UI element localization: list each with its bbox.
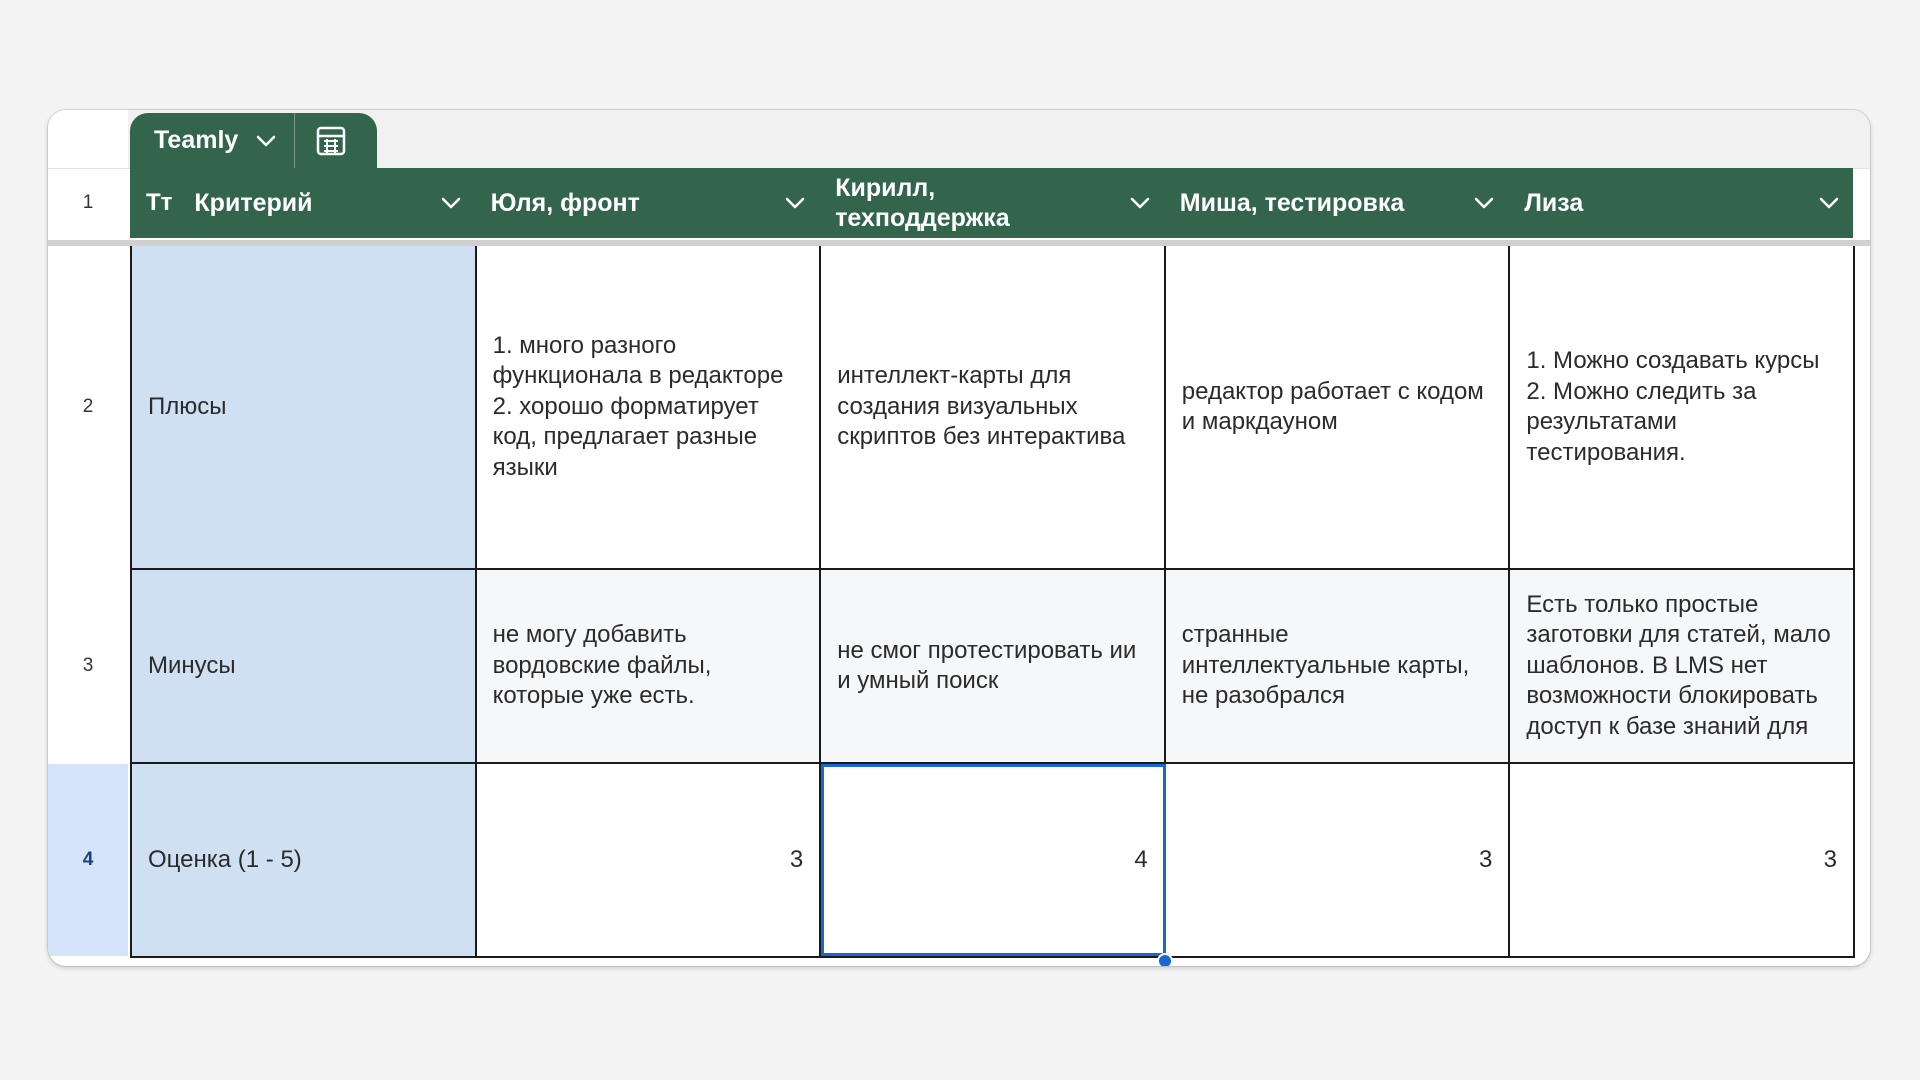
table-cell[interactable]: Есть только простые заготовки для статей… <box>1510 570 1855 762</box>
score-cell[interactable]: 3 <box>1510 764 1855 956</box>
table-cell[interactable]: интеллект-карты для создания визуальных … <box>821 246 1166 568</box>
column-header-label: Критерий <box>194 189 313 217</box>
header-row: Тт Критерий Юля, фронт Кирилл, техподдер… <box>130 168 1853 238</box>
text-type-icon: Тт <box>146 189 173 216</box>
row-number-4[interactable]: 4 <box>48 764 128 956</box>
chevron-down-icon[interactable] <box>1130 197 1150 209</box>
criterion-cell[interactable]: Плюсы <box>132 246 477 568</box>
column-header-misha[interactable]: Миша, тестировка <box>1164 168 1509 238</box>
table-cell[interactable]: не смог протестировать ии и умный поиск <box>821 570 1166 762</box>
row-number-2[interactable]: 2 <box>48 246 128 568</box>
score-cell-selected[interactable]: 4 <box>821 764 1166 956</box>
column-header-criterion[interactable]: Тт Критерий <box>130 168 475 238</box>
column-header-label: Юля, фронт <box>490 189 640 217</box>
chevron-down-icon[interactable] <box>1819 197 1839 209</box>
table-cell[interactable]: странные интеллектуальные карты, не разо… <box>1165 570 1511 762</box>
table-cell[interactable]: редактор работает с кодом и маркдауном <box>1166 246 1511 568</box>
select-all-corner[interactable] <box>48 110 128 168</box>
selection-fill-handle[interactable] <box>1157 953 1173 966</box>
table-cell[interactable]: 1. Можно создавать курсы 2. Можно следит… <box>1510 246 1855 568</box>
criterion-cell[interactable]: Минусы <box>132 570 477 762</box>
column-header-label: Миша, тестировка <box>1179 189 1405 217</box>
column-header-yulya[interactable]: Юля, фронт <box>475 168 820 238</box>
table-tab-strip: Teamly <box>48 110 1870 169</box>
table-tab-name: Teamly <box>154 126 239 154</box>
tab-divider <box>294 113 296 168</box>
table-row: Минусы не могу добавить вордовские файлы… <box>132 570 1855 764</box>
table-body: Плюсы 1. много разного функционала в ред… <box>130 246 1855 958</box>
score-cell[interactable]: 3 <box>477 764 822 956</box>
row-number-1[interactable]: 1 <box>48 168 128 238</box>
criterion-cell[interactable]: Оценка (1 - 5) <box>132 764 477 956</box>
chevron-down-icon[interactable] <box>785 197 805 209</box>
column-header-label: Лиза <box>1524 189 1584 217</box>
column-header-liza[interactable]: Лиза <box>1508 168 1853 238</box>
table-tab[interactable]: Teamly <box>130 113 377 168</box>
table-row: Плюсы 1. много разного функционала в ред… <box>132 246 1855 570</box>
column-header-kirill[interactable]: Кирилл, техподдержка <box>819 168 1164 238</box>
column-header-label: Кирилл, техподдержка <box>835 174 1010 232</box>
table-row: Оценка (1 - 5) 3 4 3 3 <box>132 764 1855 958</box>
table-cell[interactable]: не могу добавить вордовские файлы, котор… <box>476 570 822 762</box>
row-number-3[interactable]: 3 <box>48 570 128 762</box>
chevron-down-icon[interactable] <box>441 197 461 209</box>
score-cell[interactable]: 3 <box>1166 764 1511 956</box>
table-cell[interactable]: 1. много разного функционала в редакторе… <box>477 246 822 568</box>
spreadsheet-card: Teamly 1 Тт Критерий Юля, фронт Кирилл, … <box>48 110 1870 966</box>
chevron-down-icon[interactable] <box>256 135 276 147</box>
spreadsheet-icon[interactable] <box>315 125 347 157</box>
chevron-down-icon[interactable] <box>1474 197 1494 209</box>
